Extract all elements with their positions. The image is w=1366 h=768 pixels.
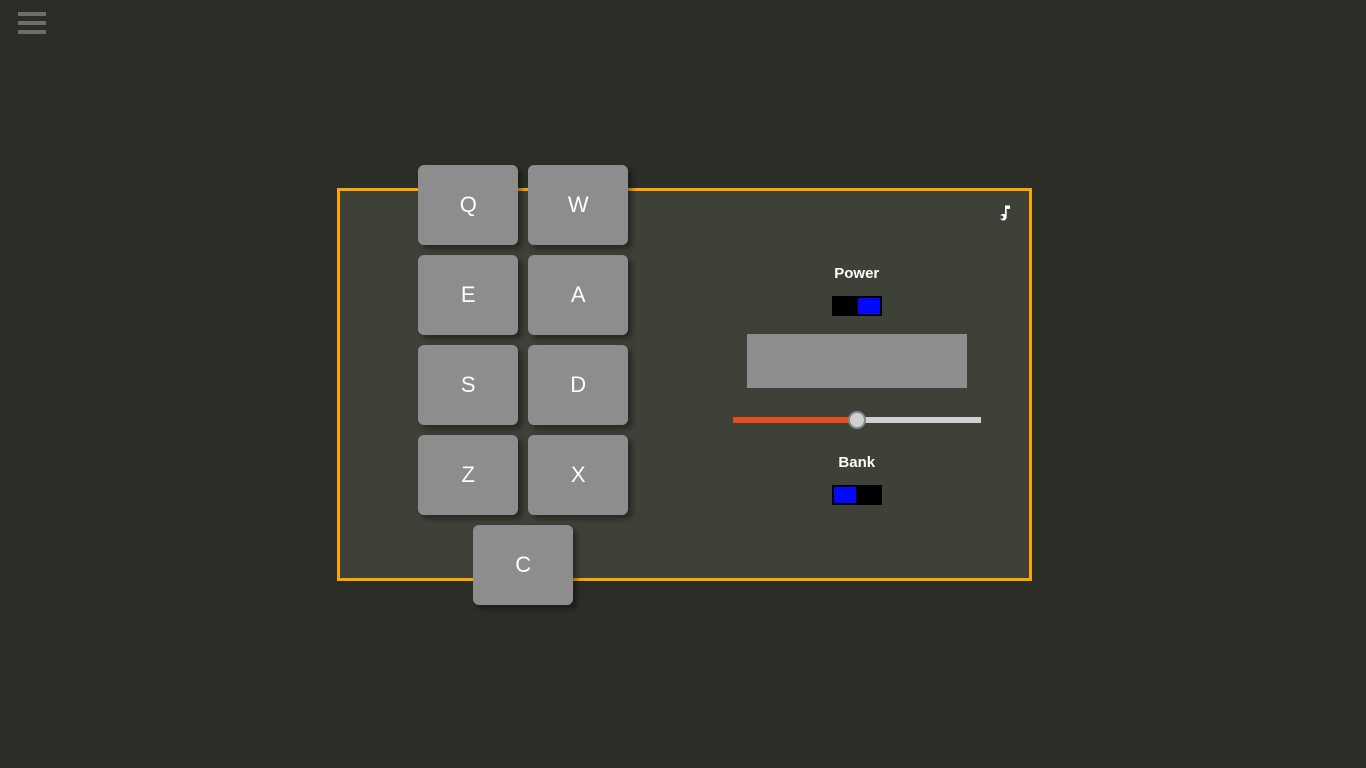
display-screen — [747, 334, 967, 388]
drum-pad-grid: Q W E A S D Z X C — [340, 191, 685, 578]
power-toggle[interactable] — [832, 296, 882, 316]
power-label: Power — [834, 265, 879, 282]
drum-pad-d[interactable]: D — [528, 345, 628, 425]
bank-label: Bank — [838, 454, 875, 471]
hamburger-menu-icon[interactable] — [18, 12, 46, 34]
controls-panel: Power Bank — [685, 191, 1030, 578]
drum-pad-w[interactable]: W — [528, 165, 628, 245]
bank-toggle[interactable] — [832, 485, 882, 505]
drum-pad-e[interactable]: E — [418, 255, 518, 335]
drum-pad-c[interactable]: C — [473, 525, 573, 605]
drum-pad-a[interactable]: A — [528, 255, 628, 335]
drum-machine-panel: Q W E A S D Z X C Power Bank — [337, 188, 1032, 581]
drum-pad-q[interactable]: Q — [418, 165, 518, 245]
drum-pad-x[interactable]: X — [528, 435, 628, 515]
music-note-icon — [995, 203, 1015, 223]
volume-slider[interactable] — [733, 417, 981, 423]
drum-pad-z[interactable]: Z — [418, 435, 518, 515]
drum-pad-s[interactable]: S — [418, 345, 518, 425]
